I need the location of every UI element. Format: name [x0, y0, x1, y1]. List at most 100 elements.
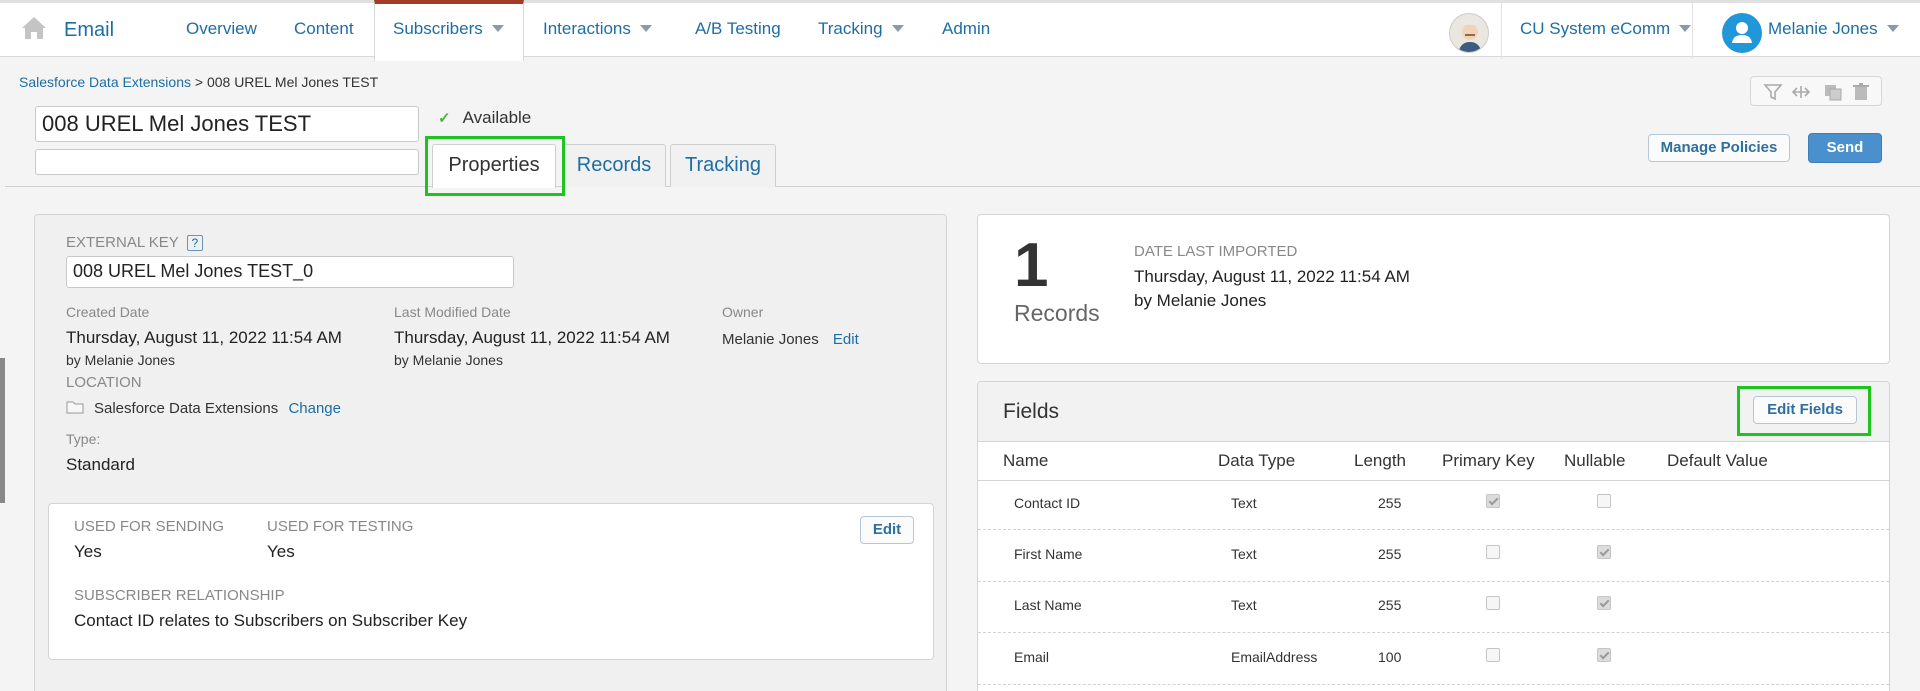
owner-value: Melanie Jones [722, 331, 819, 348]
nav-item-subscribers[interactable]: Subscribers [393, 19, 504, 39]
trash-icon[interactable] [1851, 83, 1871, 101]
checkmark-icon: ✓ [438, 110, 451, 127]
used-for-testing-value: Yes [267, 542, 295, 561]
chevron-down-icon [639, 25, 652, 33]
nullable-checkbox [1597, 596, 1611, 610]
column-header-nullable[interactable]: Nullable [1564, 451, 1625, 471]
user-menu[interactable]: Melanie Jones [1768, 19, 1899, 39]
user-name: Melanie Jones [1768, 19, 1878, 38]
nav-item-tracking[interactable]: Tracking [818, 19, 904, 39]
nav-item-label: Interactions [543, 19, 631, 38]
help-icon[interactable]: ? [186, 235, 203, 252]
nav-item-label: Tracking [818, 19, 883, 38]
column-header-data-type[interactable]: Data Type [1218, 451, 1295, 471]
folder-icon [66, 401, 84, 414]
nav-item-label: Admin [942, 19, 991, 38]
nav-divider [1692, 3, 1693, 59]
record-count: 1 [1014, 231, 1049, 300]
home-icon[interactable] [20, 15, 48, 41]
business-unit-avatar[interactable] [1449, 13, 1489, 53]
app-title[interactable]: Email [64, 19, 114, 42]
column-header-name[interactable]: Name [1003, 451, 1048, 471]
nav-item-overview[interactable]: Overview [186, 19, 257, 39]
nullable-checkbox [1597, 494, 1611, 508]
edit-sending-settings-button[interactable]: Edit [860, 516, 914, 544]
field-name-cell: Email [1014, 649, 1050, 665]
column-header-default-value[interactable]: Default Value [1667, 451, 1768, 471]
field-name-cell: Last Name [1014, 597, 1082, 613]
nullable-checkbox [1597, 648, 1611, 662]
table-row-divider [978, 529, 1889, 530]
nav-item-admin[interactable]: Admin [942, 19, 990, 39]
date-last-imported-label: DATE LAST IMPORTED [1134, 243, 1298, 260]
business-unit-label: CU System eComm [1520, 19, 1671, 38]
breadcrumb-link[interactable]: Salesforce Data Extensions [19, 74, 191, 90]
created-by: by Melanie Jones [66, 352, 175, 368]
nav-item-label: Overview [186, 19, 257, 38]
nav-item-interactions[interactable]: Interactions [543, 19, 652, 39]
send-button[interactable]: Send [1808, 133, 1882, 163]
nav-item-content[interactable]: Content [294, 19, 354, 39]
primary-key-checkbox [1486, 596, 1500, 610]
nav-item-ab-testing[interactable]: A/B Testing [695, 19, 781, 39]
business-unit-switcher[interactable]: CU System eComm [1520, 19, 1692, 39]
owner-edit-link[interactable]: Edit [833, 331, 859, 348]
compare-icon[interactable] [1791, 83, 1811, 101]
date-last-imported-value: Thursday, August 11, 2022 11:54 AM [1134, 267, 1410, 286]
data-extension-description-input[interactable] [35, 149, 419, 175]
primary-key-checkbox [1486, 648, 1500, 662]
side-panel-handle[interactable] [0, 358, 5, 503]
column-header-primary-key[interactable]: Primary Key [1442, 451, 1535, 471]
chevron-down-icon [891, 25, 904, 33]
primary-key-checkbox [1486, 494, 1500, 508]
status-indicator: ✓ Available [438, 108, 531, 128]
nav-item-label: Content [294, 19, 354, 38]
field-type-cell: Text [1231, 597, 1257, 613]
breadcrumb-separator: > [194, 74, 204, 90]
imported-by: by Melanie Jones [1134, 291, 1267, 310]
table-row-divider [978, 684, 1889, 685]
external-key-input[interactable]: 008 UREL Mel Jones TEST_0 [66, 256, 514, 288]
field-type-cell: EmailAddress [1231, 649, 1318, 665]
location-row: Salesforce Data Extensions Change [94, 400, 341, 417]
table-header-divider [978, 480, 1889, 481]
chevron-down-icon [1886, 25, 1899, 33]
nav-item-label: Subscribers [393, 19, 483, 38]
subscriber-relationship-value: Contact ID relates to Subscribers on Sub… [74, 611, 468, 630]
type-value: Standard [66, 455, 135, 474]
location-change-link[interactable]: Change [288, 400, 341, 417]
created-date-value: Thursday, August 11, 2022 11:54 AM [66, 328, 342, 347]
records-summary-panel [977, 214, 1890, 364]
owner-row: Melanie Jones Edit [722, 331, 859, 348]
table-row-divider [978, 632, 1889, 633]
manage-policies-button[interactable]: Manage Policies [1648, 134, 1790, 162]
data-extension-name-input[interactable]: 008 UREL Mel Jones TEST [35, 106, 419, 142]
tab-tracking[interactable]: Tracking [670, 144, 776, 187]
highlight-box-properties-tab [425, 136, 565, 196]
user-avatar[interactable] [1722, 13, 1762, 53]
external-key-label: EXTERNAL KEY? [66, 234, 203, 252]
field-type-cell: Text [1231, 546, 1257, 562]
user-icon [1732, 22, 1752, 43]
tab-records[interactable]: Records [562, 144, 666, 187]
breadcrumb: Salesforce Data Extensions > 008 UREL Me… [19, 74, 378, 90]
nav-item-label: A/B Testing [695, 19, 781, 38]
table-row-divider [978, 581, 1889, 582]
copy-icon[interactable] [1823, 83, 1843, 101]
subscriber-relationship-label: SUBSCRIBER RELATIONSHIP [74, 587, 285, 604]
field-type-cell: Text [1231, 495, 1257, 511]
status-text: Available [462, 108, 532, 127]
location-label: LOCATION [66, 374, 142, 391]
nav-divider [1501, 3, 1502, 59]
field-length-cell: 255 [1378, 597, 1402, 613]
field-length-cell: 100 [1378, 649, 1402, 665]
column-header-length[interactable]: Length [1354, 451, 1406, 471]
location-value: Salesforce Data Extensions [94, 400, 279, 417]
highlight-box-edit-fields [1737, 386, 1871, 436]
primary-key-checkbox [1486, 545, 1500, 559]
filter-icon[interactable] [1763, 83, 1783, 101]
chevron-down-icon [491, 25, 504, 33]
used-for-sending-value: Yes [74, 542, 102, 561]
action-toolbar [1750, 76, 1882, 106]
field-length-cell: 255 [1378, 546, 1402, 562]
